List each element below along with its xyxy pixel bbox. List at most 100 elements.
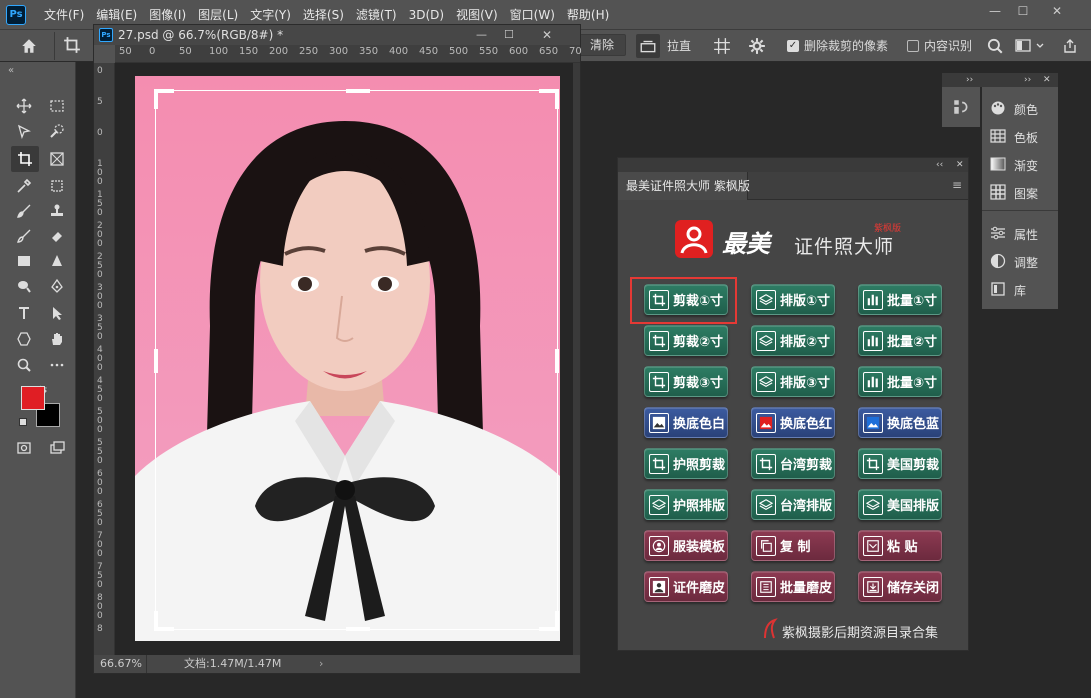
stamp-tool-icon[interactable] [46, 200, 68, 222]
crop-handle[interactable] [346, 89, 370, 93]
marquee-tool-icon[interactable] [46, 95, 68, 117]
brush-tool-icon[interactable] [13, 200, 35, 222]
delete-cropped-checkbox[interactable]: ✓ [787, 40, 799, 52]
path-select-tool-icon[interactable] [46, 302, 68, 324]
default-colors-icon[interactable] [19, 418, 27, 426]
vertical-scrollbar[interactable] [573, 63, 580, 655]
right-panel-item[interactable]: 图案 [990, 182, 1060, 204]
ruler-tick-label: 100 [209, 46, 229, 57]
screen-mode-icon[interactable] [46, 437, 68, 459]
doc-close-button[interactable]: ✕ [542, 25, 552, 45]
plugin-button[interactable]: 剪裁①寸 [644, 284, 728, 315]
plugin-button[interactable]: 台湾排版 [751, 489, 835, 520]
expand-icon[interactable]: ›› [966, 73, 973, 87]
right-panel-item[interactable]: 调整 [990, 251, 1060, 273]
plugin-button[interactable]: 换底色蓝 [858, 407, 942, 438]
tab-plugin[interactable]: 最美证件照大师 紫枫版 [618, 172, 750, 200]
workspace-icon[interactable] [1015, 38, 1045, 54]
right-panel-item[interactable]: 色板 [990, 126, 1060, 148]
plugin-button[interactable]: 护照剪裁 [644, 448, 728, 479]
plugin-button[interactable]: 剪裁②寸 [644, 325, 728, 356]
frame-tool-icon[interactable] [46, 148, 68, 170]
clear-button[interactable]: 清除 [578, 34, 626, 56]
plugin-button[interactable]: 排版①寸 [751, 284, 835, 315]
quick-select-tool-icon[interactable] [46, 120, 68, 142]
plugin-button[interactable]: 复 制 [751, 530, 835, 561]
document-title-bar[interactable]: Ps 27.psd @ 66.7%(RGB/8#) * — ☐ ✕ [94, 25, 580, 45]
plugin-button[interactable]: 批量②寸 [858, 325, 942, 356]
right-panel-item[interactable]: 颜色 [990, 98, 1060, 120]
plugin-button-label: 批量②寸 [887, 335, 938, 350]
minimize-button[interactable]: — [982, 2, 1008, 20]
home-icon[interactable] [20, 37, 42, 55]
gear-icon[interactable] [748, 37, 766, 55]
close-button[interactable]: ✕ [1044, 2, 1070, 20]
eyedropper-tool-icon[interactable] [13, 175, 35, 197]
plugin-button[interactable]: 批量磨皮 [751, 571, 835, 602]
right-panel-item[interactable]: 库 [990, 279, 1060, 301]
crop-handle[interactable] [154, 89, 158, 109]
crop-handle[interactable] [154, 349, 158, 373]
plugin-button[interactable]: 护照排版 [644, 489, 728, 520]
spot-heal-tool-icon[interactable] [46, 175, 68, 197]
doc-restore-button[interactable]: ☐ [504, 25, 514, 45]
crop-handle[interactable] [346, 627, 370, 631]
chevron-right-icon[interactable]: › [319, 655, 323, 673]
crop-handle[interactable] [555, 611, 559, 631]
history-brush-tool-icon[interactable] [13, 225, 35, 247]
plugin-button[interactable]: 换底色白 [644, 407, 728, 438]
right-panel-item[interactable]: 渐变 [990, 154, 1060, 176]
plugin-button[interactable]: 换底色红 [751, 407, 835, 438]
plugin-button[interactable]: 证件磨皮 [644, 571, 728, 602]
crop-tool-preset-icon[interactable] [63, 36, 85, 56]
close-icon[interactable]: ✕ [1043, 73, 1051, 87]
search-icon[interactable] [986, 37, 1004, 55]
zoom-level[interactable]: 66.67% [100, 655, 142, 673]
plugin-button[interactable]: 美国剪裁 [858, 448, 942, 479]
more-tools-icon[interactable] [46, 354, 68, 376]
history-panel-icon[interactable] [942, 87, 980, 127]
gradient-tool-icon[interactable] [13, 250, 35, 272]
expand-icon[interactable]: ›› [1024, 73, 1031, 87]
dodge-tool-icon[interactable] [13, 275, 35, 297]
plugin-button[interactable]: 排版②寸 [751, 325, 835, 356]
quick-mask-icon[interactable] [13, 437, 35, 459]
hand-tool-icon[interactable] [46, 328, 68, 350]
plugin-button[interactable]: 批量①寸 [858, 284, 942, 315]
plugin-button[interactable]: 美国排版 [858, 489, 942, 520]
plugin-button[interactable]: 台湾剪裁 [751, 448, 835, 479]
plugin-button[interactable]: 服装模板 [644, 530, 728, 561]
share-icon[interactable] [1062, 38, 1078, 54]
crop-handle[interactable] [555, 349, 559, 373]
lasso-tool-icon[interactable] [13, 120, 35, 142]
straighten-label[interactable]: 拉直 [667, 30, 691, 62]
portrait-photo[interactable] [135, 76, 560, 641]
restore-button[interactable]: ☐ [1010, 2, 1036, 20]
pen-tool-icon[interactable] [46, 275, 68, 297]
shape-tool-icon[interactable] [13, 328, 35, 350]
menu-item[interactable]: 文件(F) [38, 0, 90, 30]
zoom-tool-icon[interactable] [13, 354, 35, 376]
content-aware-checkbox[interactable] [907, 40, 919, 52]
foreground-color-swatch[interactable] [21, 386, 45, 410]
crop-handle[interactable] [555, 89, 559, 109]
collapse-icon[interactable]: « [8, 65, 14, 76]
canvas-area[interactable] [115, 63, 573, 655]
plugin-button[interactable]: 储存关闭 [858, 571, 942, 602]
blur-tool-icon[interactable] [46, 250, 68, 272]
plugin-button[interactable]: 粘 贴 [858, 530, 942, 561]
right-panel-item[interactable]: 属性 [990, 223, 1060, 245]
doc-minimize-button[interactable]: — [476, 25, 487, 45]
crop-box[interactable] [154, 89, 559, 631]
crop-tool-icon[interactable] [11, 146, 39, 172]
footer-link[interactable]: 紫枫摄影后期资源目录合集 [782, 622, 938, 641]
move-tool-icon[interactable] [13, 95, 35, 117]
plugin-button[interactable]: 批量③寸 [858, 366, 942, 397]
type-tool-icon[interactable] [13, 302, 35, 324]
eraser-tool-icon[interactable] [46, 225, 68, 247]
crop-handle[interactable] [154, 611, 158, 631]
plugin-button[interactable]: 排版③寸 [751, 366, 835, 397]
grid-overlay-icon[interactable] [713, 37, 731, 55]
straighten-icon[interactable] [636, 34, 660, 58]
plugin-button[interactable]: 剪裁③寸 [644, 366, 728, 397]
